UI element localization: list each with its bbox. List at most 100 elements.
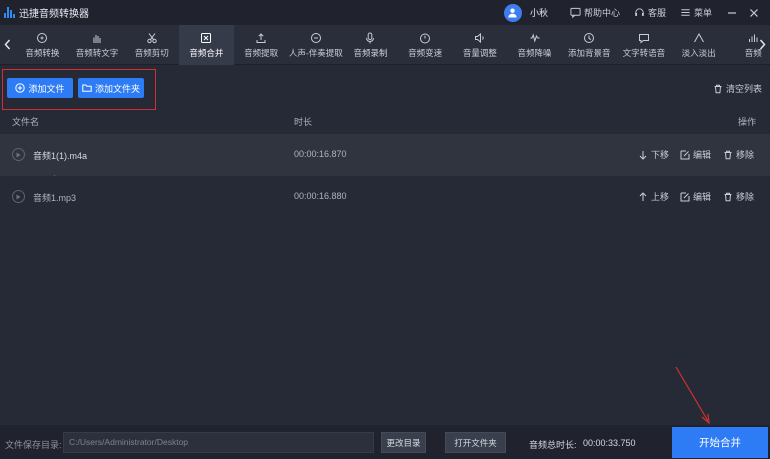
scissors-icon (146, 32, 158, 44)
user-name[interactable]: 小秋 (530, 6, 548, 19)
edit-label: 编辑 (693, 150, 712, 160)
remove-button[interactable]: 移除 (723, 190, 754, 203)
app-title: 迅捷音频转换器 (19, 9, 89, 20)
edit-button[interactable]: 编辑 (680, 190, 711, 203)
play-button[interactable] (12, 190, 25, 203)
table-row[interactable]: 音频1(1).m4a 00:00:16.870 下移 编辑 移除 (0, 134, 770, 176)
tool-item[interactable]: 音频录制 (343, 25, 398, 65)
save-dir-field[interactable]: C:/Users/Administrator/Desktop (63, 432, 374, 453)
vocal-icon (310, 32, 322, 44)
close-button[interactable] (748, 7, 760, 19)
footer-bar: 文件保存目录: C:/Users/Administrator/Desktop 更… (0, 425, 770, 459)
start-merge-button[interactable]: 开始合并 (672, 427, 768, 458)
tool-item[interactable]: 音频提取 (234, 25, 289, 65)
play-button[interactable] (12, 148, 25, 161)
save-dir-label: 文件保存目录: (5, 440, 62, 450)
move-down-label: 下移 (651, 150, 670, 160)
remove-button[interactable]: 移除 (723, 148, 754, 161)
trash-icon (724, 192, 732, 201)
help-center-label: 帮助中心 (583, 8, 620, 18)
plus-circle-icon (15, 83, 26, 93)
tool-label: 音频提取 (244, 47, 279, 58)
waveform-icon (4, 7, 15, 18)
extract-icon (255, 32, 267, 44)
tool-label: 添加背景音 (567, 47, 611, 58)
play-icon (16, 152, 21, 157)
tool-item[interactable]: 音量调整 (453, 25, 508, 65)
edit-icon (680, 150, 690, 159)
clear-list-label: 清空列表 (725, 84, 762, 94)
tool-label: 文字转语音 (622, 47, 666, 58)
file-duration: 00:00:16.870 (294, 149, 347, 159)
app-logo: 迅捷音频转换器 (4, 5, 89, 20)
tool-item[interactable]: 淡入淡出 (671, 25, 726, 65)
total-duration-label: 音频总时长: (529, 440, 577, 450)
file-name: 音频1(1).m4a (33, 151, 88, 161)
tool-item[interactable]: 音频合并 (179, 25, 234, 65)
minimize-button[interactable] (726, 7, 738, 19)
volume-icon (474, 32, 486, 44)
chevron-right-icon (759, 39, 766, 49)
move-up-label: 上移 (651, 192, 670, 202)
add-folder-button[interactable]: 添加文件夹 (78, 78, 144, 98)
music-icon (583, 32, 595, 44)
scroll-right-button[interactable] (757, 37, 767, 51)
customer-service-label: 客服 (647, 8, 666, 18)
speed-icon (419, 32, 431, 44)
tool-label: 音频变速 (408, 47, 443, 58)
tool-item[interactable]: 添加背景音 (562, 25, 617, 65)
refresh-icon (36, 32, 48, 44)
remove-label: 移除 (736, 192, 755, 202)
folder-icon (82, 84, 92, 92)
mic-icon (364, 32, 376, 44)
add-file-button[interactable]: 添加文件 (7, 78, 73, 98)
edit-button[interactable]: 编辑 (680, 148, 711, 161)
chat-icon (570, 7, 581, 18)
tool-item[interactable]: 音频变速 (398, 25, 453, 65)
table-row[interactable]: 音频1.mp3 00:00:16.880 上移 编辑 移除 (0, 176, 770, 218)
tool-label: 人声-伴奏提取 (288, 47, 343, 58)
arrow-down-icon (639, 150, 647, 160)
tool-label: 音量调整 (462, 47, 497, 58)
menu-label: 菜单 (693, 8, 712, 18)
close-icon (750, 8, 758, 17)
minimize-icon (728, 11, 736, 14)
tool-item[interactable]: 音频转换 (15, 25, 70, 65)
file-duration: 00:00:16.880 (294, 191, 347, 201)
fade-icon (693, 32, 705, 44)
merge-icon (200, 32, 212, 44)
denoise-icon (529, 32, 541, 44)
change-dir-button[interactable]: 更改目录 (381, 432, 426, 453)
open-folder-button[interactable]: 打开文件夹 (445, 432, 506, 453)
add-file-label: 添加文件 (28, 83, 65, 94)
total-duration-value: 00:00:33.750 (583, 438, 636, 448)
tool-item[interactable]: 音频剪切 (124, 25, 179, 65)
move-down-button[interactable]: 下移 (638, 148, 669, 161)
tool-item[interactable]: 文字转语音 (617, 25, 672, 65)
scroll-left-button[interactable] (2, 37, 12, 51)
play-icon (16, 194, 21, 199)
tool-list: 音频转换 音频转文字 音频剪切 音频合并 音频提取 人声-伴奏提取 音频录制 音频变速 音量调整… (15, 25, 770, 65)
tool-label: 淡入淡出 (681, 47, 716, 58)
add-folder-label: 添加文件夹 (94, 83, 140, 94)
remove-label: 移除 (736, 150, 755, 160)
menu-button[interactable]: 菜单 (680, 6, 712, 19)
tool-label: 音频降噪 (517, 47, 552, 58)
user-avatar-icon[interactable] (503, 3, 522, 22)
edit-label: 编辑 (693, 192, 712, 202)
tool-item[interactable]: 音频转文字 (70, 25, 125, 65)
function-toolbar: 音频转换 音频转文字 音频剪切 音频合并 音频提取 人声-伴奏提取 音频录制 音频变速 音量调整… (0, 25, 770, 65)
tool-item[interactable]: 人声-伴奏提取 (288, 25, 343, 65)
customer-service-button[interactable]: 客服 (634, 6, 666, 19)
chevron-left-icon (3, 39, 10, 49)
move-up-button[interactable]: 上移 (638, 190, 669, 203)
clear-list-button[interactable]: 清空列表 (713, 82, 762, 95)
annotation-arrow (675, 366, 710, 425)
trash-icon (724, 150, 732, 159)
tool-label: 音频录制 (353, 47, 388, 58)
help-center-button[interactable]: 帮助中心 (570, 6, 620, 19)
file-name: 音频1.mp3 (33, 193, 77, 203)
tool-label: 音频转文字 (75, 47, 119, 58)
tool-label: 音频剪切 (134, 47, 169, 58)
tool-item[interactable]: 音频降噪 (507, 25, 562, 65)
